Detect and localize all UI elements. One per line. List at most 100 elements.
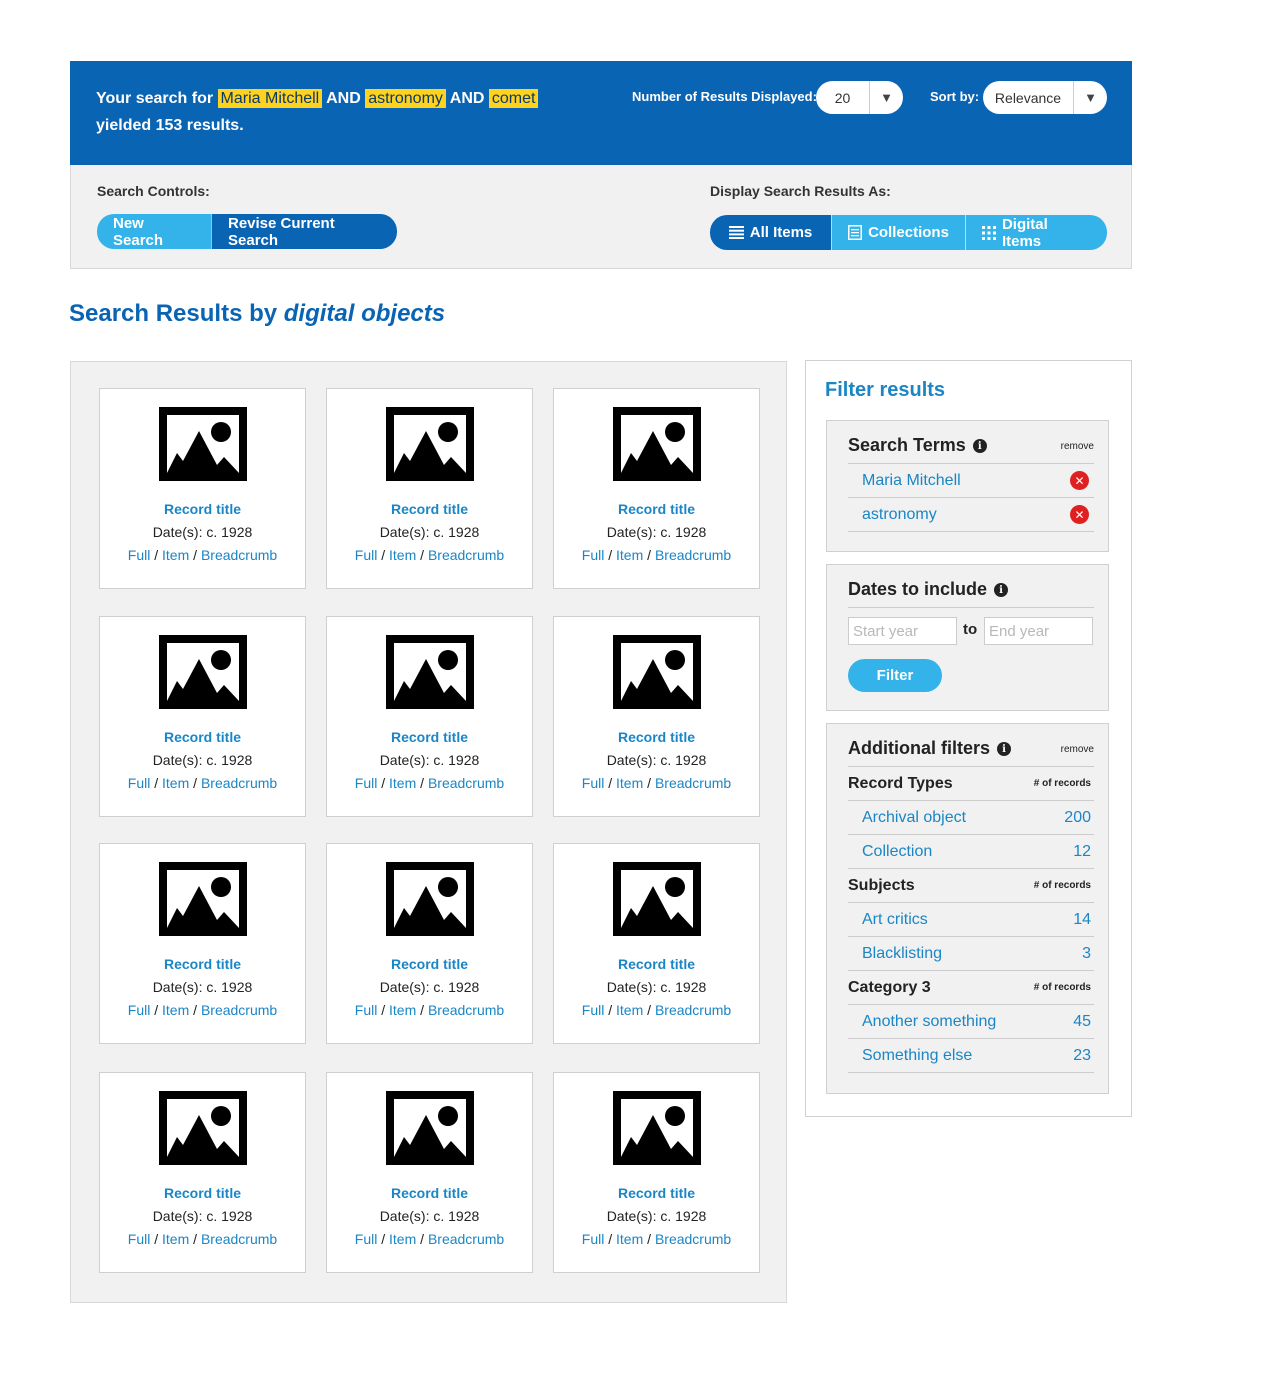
image-icon (386, 862, 474, 936)
item-link[interactable]: Item (389, 775, 416, 791)
breadcrumb-link[interactable]: Breadcrumb (201, 547, 277, 563)
filter-option-row[interactable]: Archival object 200 (848, 801, 1094, 835)
item-link[interactable]: Item (389, 1002, 416, 1018)
info-icon[interactable]: i (972, 439, 987, 453)
record-links: Full / Item / Breadcrumb (127, 775, 278, 791)
filter-button[interactable]: Filter (848, 659, 942, 692)
result-card: Record title Date(s): c. 1928 Full / Ite… (326, 843, 533, 1044)
all-items-button[interactable]: All Items (710, 215, 831, 250)
record-date: Date(s): c. 1928 (152, 979, 253, 995)
item-link[interactable]: Item (616, 547, 643, 563)
filter-option-label[interactable]: Collection (848, 843, 932, 861)
breadcrumb-link[interactable]: Breadcrumb (428, 547, 504, 563)
remove-additional-filters-link[interactable]: remove (1061, 744, 1094, 755)
record-links: Full / Item / Breadcrumb (354, 775, 505, 791)
filter-results-title: Filter results (825, 379, 946, 401)
remove-x-icon[interactable]: ✕ (1070, 505, 1089, 524)
new-search-button[interactable]: New Search (97, 214, 211, 249)
record-date: Date(s): c. 1928 (152, 1208, 253, 1224)
full-link[interactable]: Full (355, 1002, 378, 1018)
search-controls-label: Search Controls: (97, 183, 210, 199)
result-card: Record title Date(s): c. 1928 Full / Ite… (99, 843, 306, 1044)
chevron-down-icon: ▼ (1073, 81, 1107, 114)
full-link[interactable]: Full (355, 547, 378, 563)
revise-search-button[interactable]: Revise Current Search (211, 214, 397, 249)
filter-option-label[interactable]: Art critics (848, 911, 928, 929)
info-icon[interactable]: i (997, 742, 1012, 756)
record-title-link[interactable]: Record title (100, 956, 305, 972)
record-date: Date(s): c. 1928 (379, 752, 480, 768)
breadcrumb-link[interactable]: Breadcrumb (655, 775, 731, 791)
collections-button[interactable]: Collections (831, 215, 965, 250)
breadcrumb-link[interactable]: Breadcrumb (428, 775, 504, 791)
record-title-link[interactable]: Record title (554, 956, 759, 972)
record-links: Full / Item / Breadcrumb (127, 1231, 278, 1247)
record-title-link[interactable]: Record title (327, 501, 532, 517)
full-link[interactable]: Full (355, 1231, 378, 1247)
item-link[interactable]: Item (162, 775, 189, 791)
sort-select[interactable]: Relevance ▼ (983, 81, 1107, 114)
record-title-link[interactable]: Record title (100, 501, 305, 517)
results-heading: Search Results by digital objects (69, 300, 446, 327)
filter-option-row[interactable]: Another something 45 (848, 1005, 1094, 1039)
list-icon (728, 226, 744, 239)
full-link[interactable]: Full (128, 1231, 151, 1247)
remove-search-terms-link[interactable]: remove (1061, 441, 1094, 452)
breadcrumb-link[interactable]: Breadcrumb (428, 1002, 504, 1018)
record-title-link[interactable]: Record title (100, 729, 305, 745)
item-link[interactable]: Item (162, 1231, 189, 1247)
filter-option-label[interactable]: Another something (848, 1013, 996, 1031)
image-icon (386, 635, 474, 709)
start-year-input[interactable] (848, 617, 957, 645)
record-title-link[interactable]: Record title (554, 501, 759, 517)
record-title-link[interactable]: Record title (327, 1185, 532, 1201)
breadcrumb-link[interactable]: Breadcrumb (655, 1002, 731, 1018)
full-link[interactable]: Full (128, 1002, 151, 1018)
item-link[interactable]: Item (389, 547, 416, 563)
breadcrumb-link[interactable]: Breadcrumb (201, 775, 277, 791)
record-date: Date(s): c. 1928 (152, 524, 253, 540)
filter-option-label[interactable]: Archival object (848, 809, 966, 827)
record-title-link[interactable]: Record title (327, 729, 532, 745)
breadcrumb-link[interactable]: Breadcrumb (201, 1231, 277, 1247)
breadcrumb-link[interactable]: Breadcrumb (655, 1231, 731, 1247)
results-grid: Record title Date(s): c. 1928 Full / Ite… (70, 361, 787, 1303)
record-links: Full / Item / Breadcrumb (127, 547, 278, 563)
breadcrumb-link[interactable]: Breadcrumb (428, 1231, 504, 1247)
item-link[interactable]: Item (616, 1231, 643, 1247)
filter-option-label[interactable]: Something else (848, 1047, 972, 1065)
image-icon (613, 407, 701, 481)
breadcrumb-link[interactable]: Breadcrumb (655, 547, 731, 563)
result-card: Record title Date(s): c. 1928 Full / Ite… (99, 616, 306, 817)
item-link[interactable]: Item (616, 775, 643, 791)
item-link[interactable]: Item (616, 1002, 643, 1018)
full-link[interactable]: Full (582, 1231, 605, 1247)
filter-option-label[interactable]: Blacklisting (848, 945, 942, 963)
item-link[interactable]: Item (389, 1231, 416, 1247)
full-link[interactable]: Full (128, 547, 151, 563)
record-title-link[interactable]: Record title (327, 956, 532, 972)
record-title-link[interactable]: Record title (100, 1185, 305, 1201)
filter-option-row[interactable]: Art critics 14 (848, 903, 1094, 937)
record-title-link[interactable]: Record title (554, 1185, 759, 1201)
record-links: Full / Item / Breadcrumb (127, 1002, 278, 1018)
filter-option-row[interactable]: Blacklisting 3 (848, 937, 1094, 971)
full-link[interactable]: Full (582, 547, 605, 563)
full-link[interactable]: Full (355, 775, 378, 791)
breadcrumb-link[interactable]: Breadcrumb (201, 1002, 277, 1018)
record-title-link[interactable]: Record title (554, 729, 759, 745)
digital-items-button[interactable]: Digital Items (965, 215, 1107, 250)
full-link[interactable]: Full (128, 775, 151, 791)
info-icon[interactable]: i (994, 583, 1009, 597)
item-link[interactable]: Item (162, 547, 189, 563)
full-link[interactable]: Full (582, 775, 605, 791)
item-link[interactable]: Item (162, 1002, 189, 1018)
remove-x-icon[interactable]: ✕ (1070, 471, 1089, 490)
results-count-select[interactable]: 20 ▼ (816, 81, 903, 114)
record-links: Full / Item / Breadcrumb (354, 1002, 505, 1018)
filter-option-count: 3 (1082, 944, 1091, 962)
filter-option-row[interactable]: Collection 12 (848, 835, 1094, 869)
filter-option-row[interactable]: Something else 23 (848, 1039, 1094, 1073)
end-year-input[interactable] (984, 617, 1093, 645)
full-link[interactable]: Full (582, 1002, 605, 1018)
